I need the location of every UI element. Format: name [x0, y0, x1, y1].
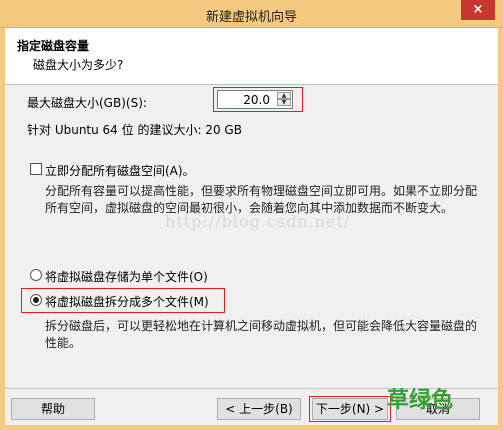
header-subtitle: 磁盘大小为多少?: [33, 58, 124, 72]
help-button[interactable]: 帮助: [11, 398, 95, 420]
spin-up-icon[interactable]: ▲: [277, 92, 291, 99]
recommended-size-text: 针对 Ubuntu 64 位 的建议大小: 20 GB: [27, 123, 242, 137]
window-title: 新建虚拟机向导: [205, 10, 297, 25]
wizard-header: 指定磁盘容量 磁盘大小为多少?: [5, 28, 498, 85]
close-button[interactable]: ×: [461, 0, 495, 20]
option-single-label[interactable]: 将虚拟磁盘存储为单个文件(O): [45, 268, 208, 285]
window-frame-right: [498, 28, 503, 430]
allocate-checkbox[interactable]: [30, 163, 42, 175]
wizard-content: 最大磁盘大小(GB)(S): 20.0 ▲ ▼ 针对 Ubuntu 64 位 的…: [5, 85, 498, 385]
option-multiple-label[interactable]: 将虚拟磁盘拆分成多个文件(M): [45, 293, 209, 310]
spin-down-icon[interactable]: ▼: [277, 99, 291, 106]
radio-single-file[interactable]: [30, 269, 42, 281]
watermark-text: http://blog.csdn.net/: [165, 212, 351, 231]
max-disk-size-label: 最大磁盘大小(GB)(S):: [27, 96, 147, 110]
multiple-description: 拆分磁盘后，可以更轻松地在计算机之间移动虚拟机，但可能会降低大容量磁盘的性能。: [45, 319, 478, 350]
header-title: 指定磁盘容量: [17, 39, 90, 53]
window-frame-bottom: [0, 425, 503, 430]
spinner-arrows[interactable]: ▲ ▼: [277, 92, 291, 107]
title-bar[interactable]: 新建虚拟机向导 ×: [0, 0, 503, 28]
radio-selected-dot: [33, 297, 39, 303]
radio-multiple-files[interactable]: [30, 294, 42, 306]
disk-size-value[interactable]: 20.0: [243, 93, 270, 107]
overlay-annotation: 草绿色: [387, 388, 454, 413]
back-button[interactable]: < 上一步(B): [217, 398, 301, 420]
disk-size-spinner[interactable]: 20.0 ▲ ▼: [217, 90, 293, 109]
allocate-label[interactable]: 立即分配所有磁盘空间(A)。: [45, 162, 195, 179]
next-button[interactable]: 下一步(N) >: [312, 398, 388, 420]
